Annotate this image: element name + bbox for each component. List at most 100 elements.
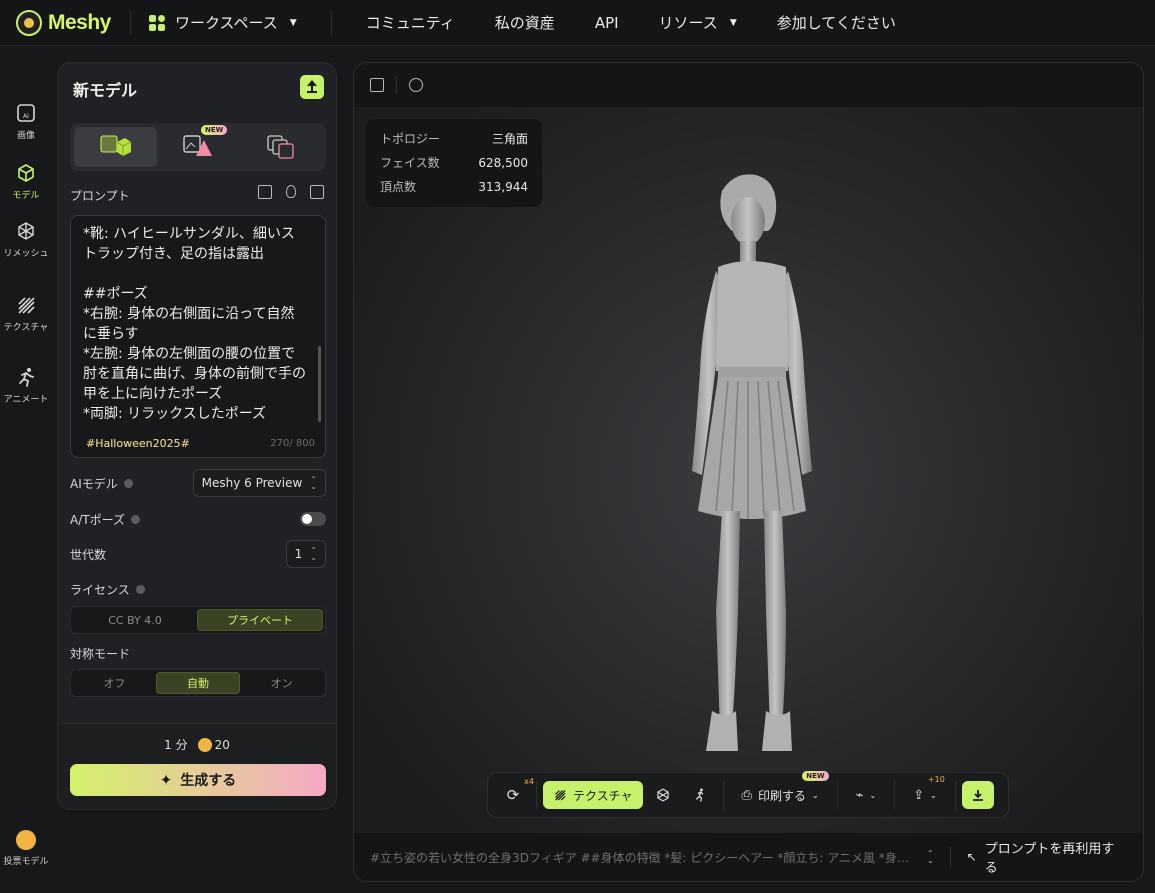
info-icon[interactable] [130, 514, 140, 524]
chevron-down-icon: ⌄ [811, 790, 819, 800]
multi-image-icon [267, 135, 294, 159]
prompt-label: プロンプト [70, 189, 130, 203]
prompt-tag[interactable]: #Halloween2025# [86, 437, 190, 450]
rig-button[interactable] [683, 781, 717, 809]
texture-label: テクスチャ [573, 788, 633, 803]
download-icon [972, 790, 983, 801]
viewport-footer: #立ち姿の若い女性の全身3Dフィギア ##身体の特徴 *髪: ピクシーヘアー *… [354, 833, 1143, 881]
nav-resources[interactable]: リソース ▼ [639, 12, 757, 33]
symmetry-option-auto[interactable]: 自動 [155, 672, 241, 694]
3d-figure-model[interactable] [672, 171, 832, 761]
logo-icon [16, 9, 42, 36]
left-rail: AI 画像 モデル リメッシュ テクスチャ アニメート [0, 46, 52, 893]
chevron-down-icon: ⌄ [930, 790, 937, 800]
prompt-scrollbar[interactable] [318, 346, 321, 422]
tab-text-to-3d[interactable] [74, 127, 157, 167]
model-viewport[interactable]: トポロジー 三角面 フェイス数 628,500 頂点数 313,944 ⟳ x4… [353, 62, 1144, 882]
at-pose-toggle[interactable] [300, 512, 326, 526]
rail-item-model[interactable]: モデル [0, 162, 52, 201]
generate-button[interactable]: ✦ 生成する [70, 764, 326, 796]
reuse-prompt-label: プロンプトを再利用する [984, 842, 1115, 876]
viewport-toolbar: ⟳ x4 テクスチャ ⎙ 印刷する ⌄ NEW ⌁ ⌄ ⇪ ⌄ +10 [487, 771, 1009, 818]
svg-text:AI: AI [23, 113, 29, 120]
meshy-logo[interactable]: Meshy [16, 9, 116, 36]
nav-join[interactable]: 参加してください [757, 12, 916, 33]
rail-item-texture[interactable]: テクスチャ [0, 294, 52, 333]
split-view-icon[interactable] [258, 185, 272, 199]
ai-model-value: Meshy 6 Preview [201, 476, 303, 490]
prompt-textarea[interactable]: *靴: ハイヒールサンダル、細いストラップ付き、足の指は露出 ##ポーズ *右腕… [70, 215, 326, 458]
rail-item-vote[interactable]: 投票モデル [0, 830, 52, 867]
remesh-icon [656, 788, 669, 802]
new-badge: NEW [802, 771, 829, 781]
refresh-icon: ⟳ [506, 786, 520, 804]
time-estimate: 1 分 [164, 738, 188, 752]
viewport-header [354, 63, 1143, 107]
stat-row: トポロジー 三角面 [380, 127, 528, 151]
rail-label: リメッシュ [3, 249, 49, 259]
cube-icon [15, 162, 37, 184]
toolbar-divider [836, 781, 838, 809]
arrow-up-left-icon: ↖ [966, 850, 977, 864]
footer-prompt-preview[interactable]: #立ち姿の若い女性の全身3Dフィギア ##身体の特徴 *髪: ピクシーヘアー *… [370, 849, 909, 866]
nav-api[interactable]: API [575, 14, 639, 32]
share-icon: ⇪ [913, 787, 925, 803]
nav-workspace[interactable]: ワークスペース ▼ [145, 12, 317, 33]
rail-item-animate[interactable]: アニメート [0, 366, 52, 405]
logo-text: Meshy [48, 10, 111, 34]
generate-label: 生成する [180, 773, 237, 789]
generation-cost: 1 分 20 [58, 736, 336, 753]
rig-icon [695, 788, 703, 802]
license-option-private[interactable]: プライベート [197, 609, 323, 631]
generations-select[interactable]: 1 ⌃ ⌄ [285, 540, 326, 568]
nav-divider [330, 10, 332, 35]
printer-icon: ⎙ [741, 787, 752, 803]
rail-item-remesh[interactable]: リメッシュ [0, 220, 52, 259]
license-row: ライセンス [70, 575, 326, 603]
stat-row: 頂点数 313,944 [380, 175, 528, 199]
lightbulb-icon[interactable] [286, 185, 296, 198]
license-option-cc[interactable]: CC BY 4.0 [73, 609, 197, 631]
reuse-prompt-button[interactable]: ↖ プロンプトを再利用する [967, 838, 1127, 876]
plugin-button[interactable]: ⌁ ⌄ [844, 781, 889, 809]
updown-chevron-icon[interactable]: ⌃ ⌄ [927, 850, 934, 865]
updown-chevron-icon: ⌃ ⌄ [310, 475, 317, 491]
nav-community[interactable]: コミュニティ [346, 12, 475, 33]
caret-down-icon: ▼ [729, 17, 737, 28]
monitor-icon[interactable] [370, 78, 384, 92]
running-person-icon [15, 366, 37, 388]
print-button[interactable]: ⎙ 印刷する ⌄ NEW [730, 771, 831, 809]
globe-icon[interactable] [409, 78, 423, 92]
info-icon[interactable] [123, 478, 133, 488]
sparkle-icon: ✦ [159, 771, 173, 789]
ai-model-select[interactable]: Meshy 6 Preview ⌃ ⌄ [192, 469, 326, 497]
stat-value: 628,500 [478, 156, 528, 170]
rail-item-image[interactable]: AI 画像 [0, 102, 52, 141]
symmetry-option-off[interactable]: オフ [73, 672, 156, 694]
plug-icon: ⌁ [855, 787, 864, 803]
download-button[interactable] [961, 781, 994, 809]
nav-assets[interactable]: 私の資産 [475, 12, 575, 33]
upload-button[interactable] [300, 75, 324, 99]
regenerate-button[interactable]: ⟳ x4 [496, 777, 534, 809]
share-button[interactable]: ⇪ ⌄ +10 [901, 775, 949, 809]
book-icon[interactable] [310, 185, 324, 199]
texture-button[interactable]: テクスチャ [543, 781, 643, 809]
remesh-button[interactable] [643, 781, 683, 809]
info-icon[interactable] [135, 584, 145, 594]
stat-key: トポロジー [380, 132, 441, 146]
at-pose-label: A/Tポーズ [70, 511, 140, 528]
header-divider [396, 76, 397, 94]
ai-model-label-text: AIモデル [70, 476, 118, 491]
updown-chevron-icon: ⌃ ⌄ [310, 546, 317, 562]
footer-divider [949, 847, 951, 867]
tab-image-to-3d[interactable]: NEW [157, 125, 240, 167]
chevron-down-icon: ⌄ [869, 790, 877, 800]
mode-tabs: NEW [70, 123, 326, 171]
tab-multi-image-to-3d[interactable] [239, 127, 322, 167]
print-label: 印刷する [757, 788, 806, 803]
license-segmented-control: CC BY 4.0 プライベート [70, 606, 326, 634]
symmetry-option-on[interactable]: オン [240, 672, 323, 694]
workspace-icon [149, 14, 165, 31]
stat-key: 頂点数 [380, 180, 417, 194]
